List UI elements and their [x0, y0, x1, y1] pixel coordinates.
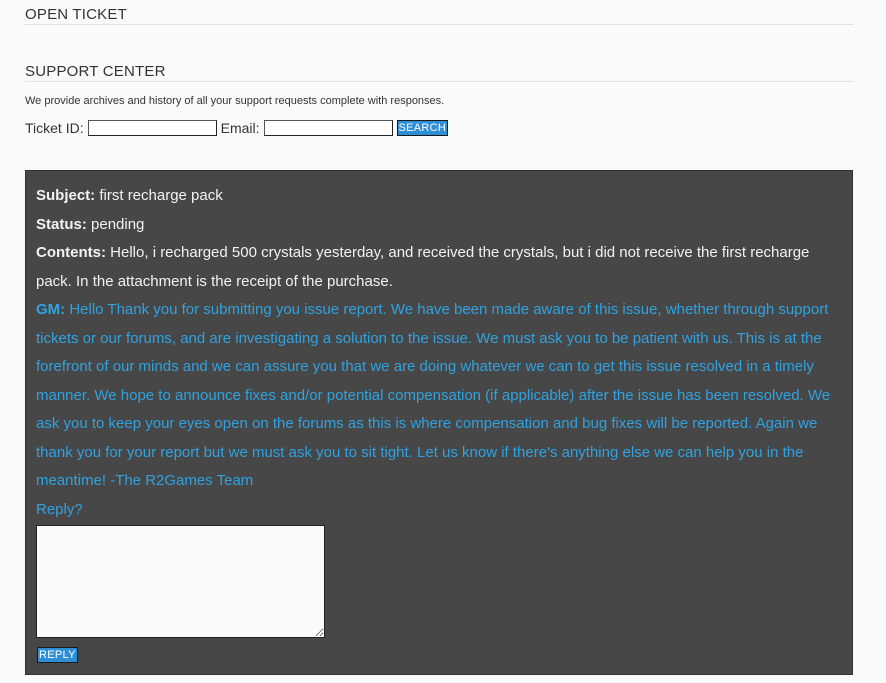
reply-textarea[interactable]	[36, 525, 325, 638]
support-description: We provide archives and history of all y…	[25, 95, 445, 107]
email-label: Email:	[220, 120, 260, 136]
ticket-panel: Subject: first recharge pack Status: pen…	[25, 170, 853, 675]
contents-label: Contents:	[36, 244, 106, 261]
gm-label: GM:	[36, 301, 66, 318]
subject-value: first recharge pack	[99, 187, 223, 204]
support-center-heading: SUPPORT CENTER	[25, 64, 854, 82]
gm-response-text: Hello Thank you for submitting you issue…	[36, 301, 831, 489]
ticket-contents-row: Contents: Hello, i recharged 500 crystal…	[36, 239, 842, 296]
ticket-id-label: Ticket ID:	[25, 120, 84, 136]
reply-button[interactable]: REPLY	[37, 647, 78, 663]
support-page: OPEN TICKET SUPPORT CENTER We provide ar…	[0, 0, 886, 683]
status-value: pending	[91, 215, 145, 233]
search-button[interactable]: SEARCH	[396, 120, 449, 136]
subject-label: Subject:	[36, 187, 96, 204]
ticket-lookup-form: Ticket ID: Email: SEARCH	[25, 118, 449, 138]
email-input[interactable]	[263, 120, 393, 136]
ticket-status-row: Status: pending	[36, 211, 842, 240]
gm-response-row: GM: Hello Thank you for submitting you i…	[36, 296, 842, 496]
status-label: Status:	[36, 215, 87, 233]
ticket-subject-row: Subject: first recharge pack	[36, 182, 842, 211]
contents-value: Hello, i recharged 500 crystals yesterda…	[36, 244, 810, 290]
ticket-id-input[interactable]	[87, 120, 217, 136]
open-ticket-heading[interactable]: OPEN TICKET	[25, 7, 854, 25]
reply-prompt: Reply?	[36, 500, 83, 518]
